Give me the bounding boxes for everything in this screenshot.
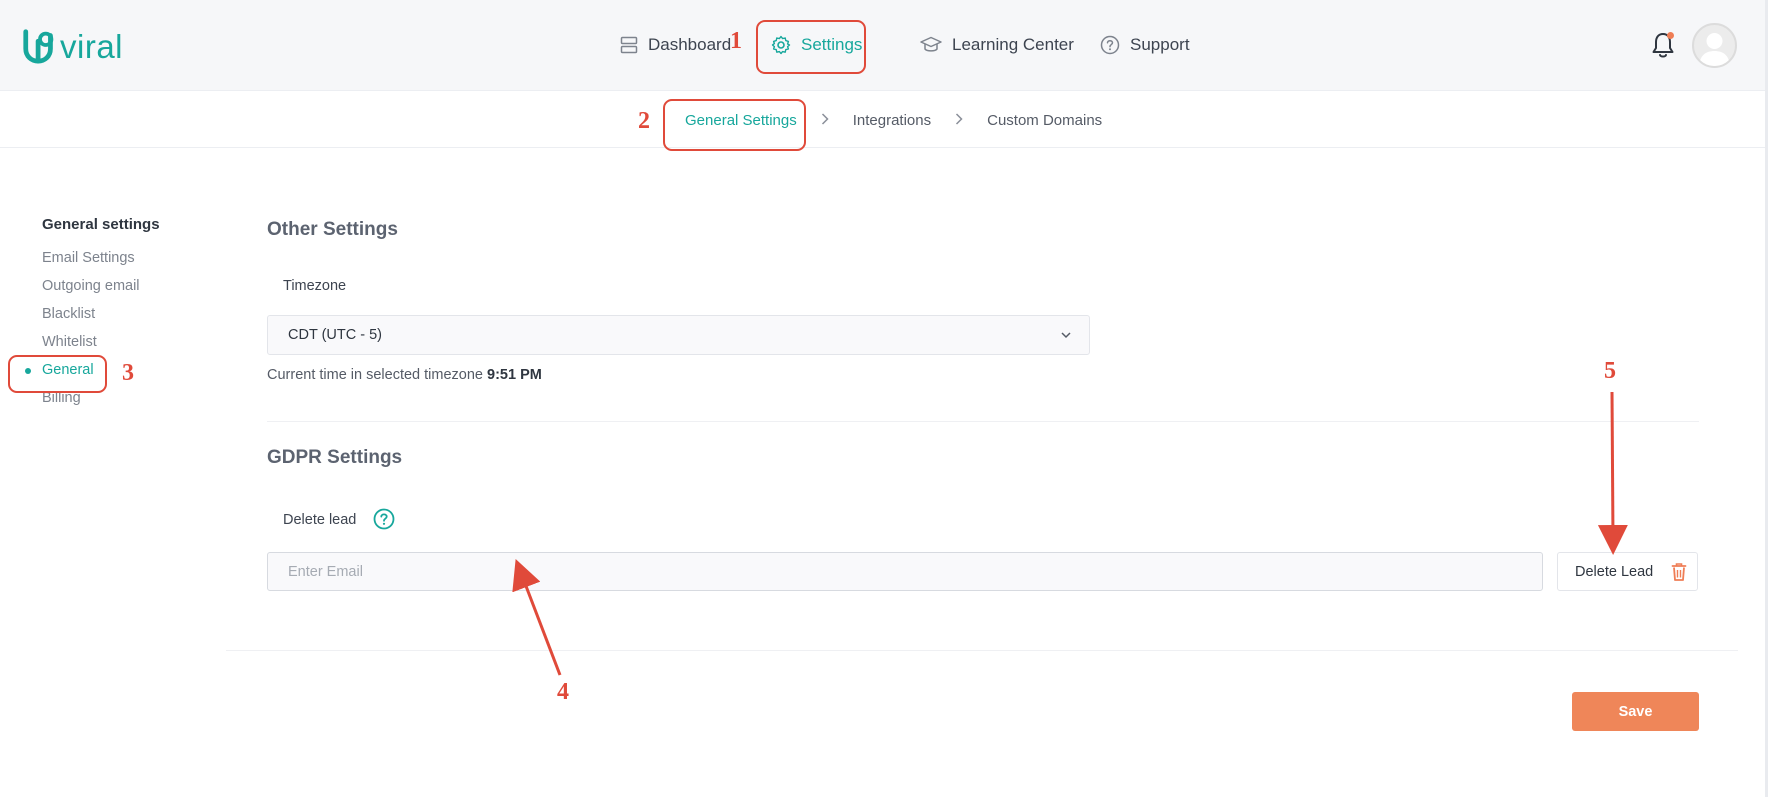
notification-dot xyxy=(1667,32,1674,39)
notifications-button[interactable] xyxy=(1650,30,1676,60)
annotation-number-2: 2 xyxy=(638,108,650,134)
save-button[interactable]: Save xyxy=(1572,692,1699,731)
sidebar-item-outgoing-email[interactable]: Outgoing email xyxy=(42,272,222,300)
annotation-number-1: 1 xyxy=(730,28,742,54)
graduation-cap-icon xyxy=(920,36,942,52)
question-circle-icon xyxy=(1100,35,1120,55)
annotation-number-4: 4 xyxy=(557,679,569,705)
chevron-right-icon xyxy=(955,112,963,128)
annotation-arrow-5 xyxy=(1597,391,1628,555)
subnav-integrations[interactable]: Integrations xyxy=(853,112,931,129)
sidebar-item-blacklist[interactable]: Blacklist xyxy=(42,300,222,328)
annotation-number-3: 3 xyxy=(122,360,134,386)
settings-subnav: General Settings Integrations Custom Dom… xyxy=(0,92,1765,148)
timezone-value: CDT (UTC - 5) xyxy=(288,327,382,343)
nav-dashboard-label: Dashboard xyxy=(648,35,732,54)
logo-mark-icon xyxy=(23,29,54,64)
nav-support-label: Support xyxy=(1130,35,1190,54)
gdpr-settings-heading: GDPR Settings xyxy=(267,447,403,468)
timezone-label: Timezone xyxy=(283,278,347,294)
chevron-right-icon xyxy=(821,112,829,128)
trash-icon xyxy=(1671,563,1687,581)
delete-lead-button-label: Delete Lead xyxy=(1575,563,1654,580)
annotation-number-5: 5 xyxy=(1604,358,1616,384)
current-time-prefix: Current time in selected timezone xyxy=(267,367,483,383)
current-time-text: Current time in selected timezone 9:51 P… xyxy=(267,367,542,383)
sidebar-title: General settings xyxy=(42,216,160,233)
annotation-box-general-settings xyxy=(663,99,806,151)
user-avatar[interactable] xyxy=(1692,23,1737,68)
section-divider xyxy=(267,421,1699,422)
annotation-box-settings xyxy=(756,20,866,74)
sidebar-item-whitelist[interactable]: Whitelist xyxy=(42,328,222,356)
nav-learning-center-label: Learning Center xyxy=(952,35,1074,54)
nav-support[interactable]: Support xyxy=(1100,22,1210,68)
logo-text: viral xyxy=(60,28,124,65)
delete-lead-button[interactable]: Delete Lead xyxy=(1557,552,1698,591)
top-bar: viral Dashboard Settings Learning Center xyxy=(0,0,1765,91)
subnav-custom-domains[interactable]: Custom Domains xyxy=(987,112,1102,129)
nav-learning-center[interactable]: Learning Center xyxy=(920,22,1100,68)
timezone-select[interactable]: CDT (UTC - 5) xyxy=(267,315,1090,355)
annotation-box-general xyxy=(8,355,107,393)
upviral-logo[interactable]: viral xyxy=(22,24,123,64)
current-time-value: 9:51 PM xyxy=(487,367,542,383)
delete-lead-label: Delete lead xyxy=(283,512,357,528)
main-nav: Dashboard Settings Learning Center Suppo… xyxy=(620,22,1210,68)
other-settings-heading: Other Settings xyxy=(267,219,398,240)
dashboard-icon xyxy=(620,36,638,54)
help-icon[interactable] xyxy=(373,508,395,530)
footer-divider xyxy=(226,650,1738,651)
chevron-down-icon xyxy=(1061,332,1071,339)
sidebar-item-email-settings[interactable]: Email Settings xyxy=(42,244,222,272)
user-silhouette-icon xyxy=(1699,33,1730,66)
delete-lead-email-input[interactable] xyxy=(267,552,1543,591)
